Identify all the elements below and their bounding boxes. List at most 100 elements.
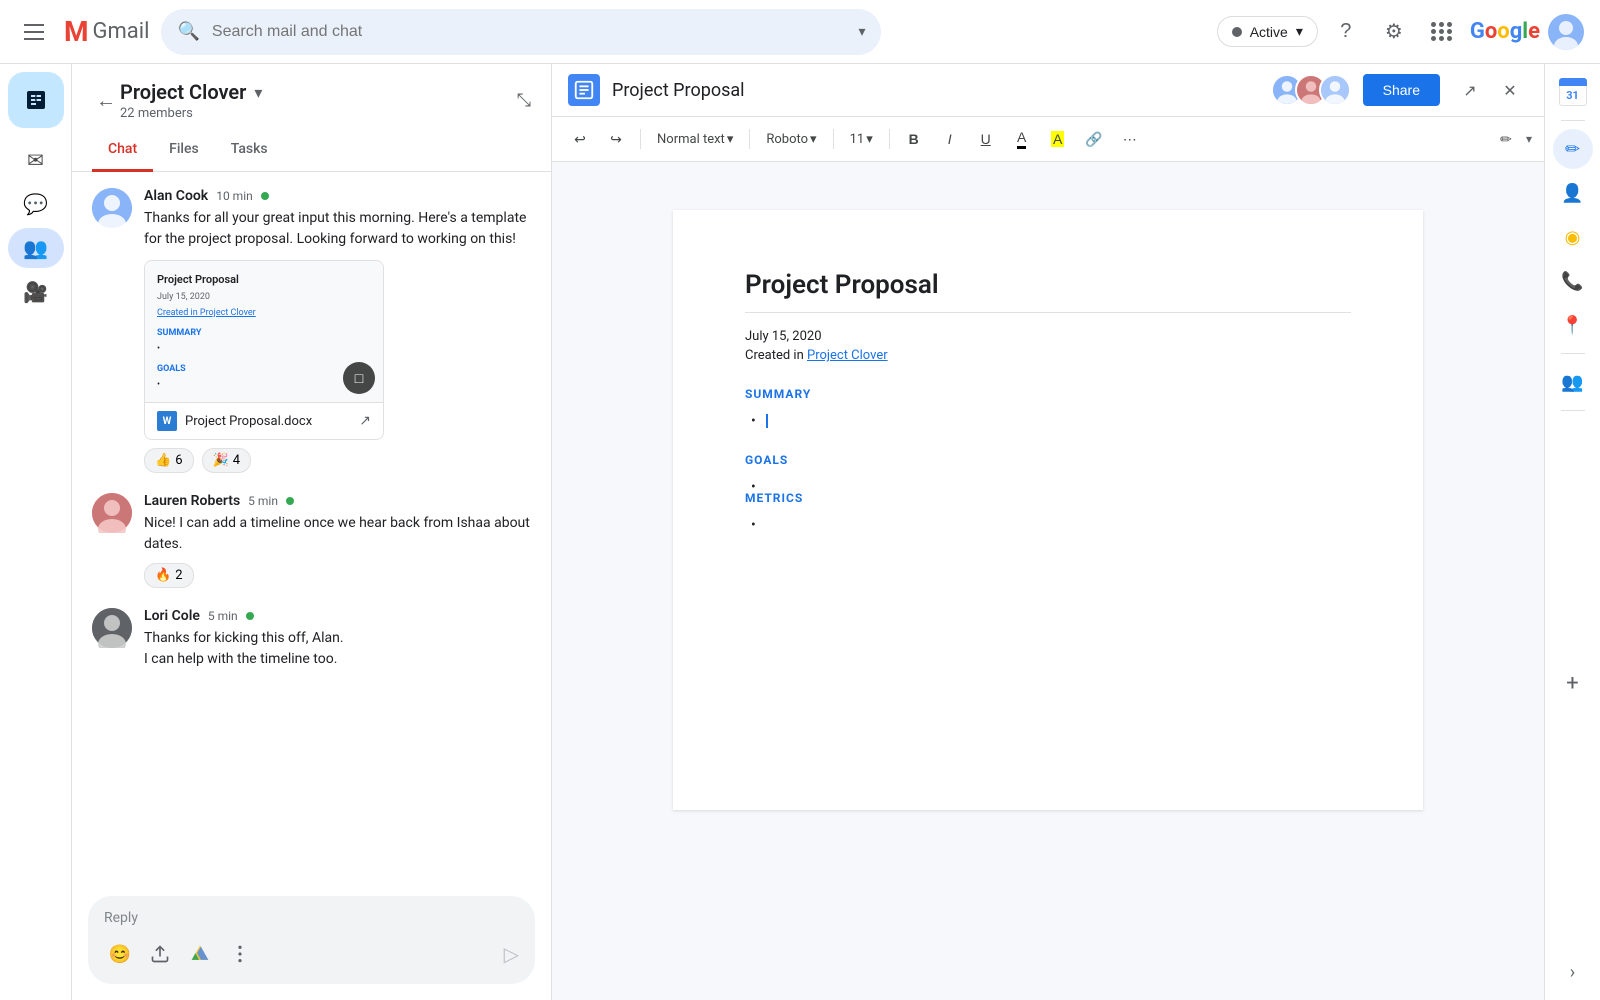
preview-bullet-2: • xyxy=(157,380,371,390)
calendar-header-icon xyxy=(1559,78,1587,86)
doc-type-icon xyxy=(568,74,600,106)
apps-button[interactable] xyxy=(1422,12,1462,52)
text-color-button[interactable]: A xyxy=(1006,123,1038,155)
attachment-footer: W Project Proposal.docx ↗ xyxy=(145,403,383,439)
fire-emoji: 🔥 xyxy=(155,568,171,583)
edit-chevron-icon[interactable]: ▾ xyxy=(1526,132,1532,146)
open-external-icon[interactable]: ↗ xyxy=(359,413,371,429)
word-icon: W xyxy=(157,411,177,431)
expand-icon[interactable]: ⤡ xyxy=(517,90,531,111)
document-page: Project Proposal July 15, 2020 Created i… xyxy=(673,210,1423,810)
main-content: + ✉ 💬 👥 🎥 ← Project Clover ▾ 22 members xyxy=(0,64,1600,1000)
fire-count: 2 xyxy=(175,568,182,583)
search-input[interactable] xyxy=(212,23,847,41)
hamburger-menu[interactable] xyxy=(16,16,52,48)
open-new-window-button[interactable]: ↗ xyxy=(1452,72,1488,108)
edit-button[interactable]: ✏ xyxy=(1490,123,1522,155)
share-button[interactable]: Share xyxy=(1363,74,1440,106)
message-time: 10 min xyxy=(216,189,253,203)
search-chevron-icon[interactable]: ▾ xyxy=(858,24,865,40)
reply-placeholder[interactable]: Reply xyxy=(104,910,519,926)
right-sidebar: 31 ✏ 👤 ◉ 📞 📍 👥 + › xyxy=(1544,64,1600,1000)
avatar[interactable] xyxy=(1548,14,1584,50)
chat-tabs: Chat Files Tasks xyxy=(72,129,551,172)
gmail-logo[interactable]: M Gmail xyxy=(64,15,149,48)
sidebar-chat-button[interactable]: 💬 xyxy=(8,184,64,224)
party-emoji: 🎉 xyxy=(213,453,229,468)
help-button[interactable]: ? xyxy=(1326,12,1366,52)
italic-button[interactable]: I xyxy=(934,123,966,155)
preview-bullet-1: • xyxy=(157,344,371,354)
message-text: Thanks for kicking this off, Alan.I can … xyxy=(144,628,531,670)
online-status-icon xyxy=(261,192,269,200)
more-formatting-button[interactable]: ⋯ xyxy=(1114,123,1146,155)
group-name: Project Clover xyxy=(120,80,246,104)
document-title: Project Proposal xyxy=(612,80,1259,101)
text-color-icon: A xyxy=(1017,129,1026,149)
tab-chat[interactable]: Chat xyxy=(92,129,153,172)
reply-box: Reply 😊 ▷ xyxy=(88,896,535,984)
more-button[interactable] xyxy=(224,938,256,970)
avatar xyxy=(92,608,132,648)
sidebar-meet-button[interactable]: 🎥 xyxy=(8,272,64,312)
edit-sidebar-button[interactable]: ✏ xyxy=(1553,129,1593,169)
font-size-dropdown[interactable]: 11 ▾ xyxy=(842,128,881,151)
tab-tasks[interactable]: Tasks xyxy=(215,129,284,172)
sidebar-mail-button[interactable]: ✉ xyxy=(8,140,64,180)
upload-button[interactable] xyxy=(144,938,176,970)
avatar xyxy=(92,493,132,533)
font-label: Roboto xyxy=(766,132,808,147)
drive-button[interactable] xyxy=(184,938,216,970)
highlight-button[interactable]: A xyxy=(1042,123,1074,155)
google-logo: Google xyxy=(1470,19,1540,44)
message-content: Lauren Roberts 5 min Nice! I can add a t… xyxy=(144,493,531,588)
text-style-dropdown[interactable]: Normal text ▾ xyxy=(649,128,741,151)
add-sidebar-button[interactable]: + xyxy=(1553,664,1593,704)
preview-file-icon: □ xyxy=(343,362,375,394)
avatar xyxy=(92,188,132,228)
redo-button[interactable]: ↪ xyxy=(600,123,632,155)
bold-button[interactable]: B xyxy=(898,123,930,155)
reaction-fire[interactable]: 🔥 2 xyxy=(144,563,194,588)
text-style-chevron-icon: ▾ xyxy=(727,132,734,147)
sidebar-spaces-button[interactable]: 👥 xyxy=(8,228,64,268)
maps-sidebar-button[interactable]: 📍 xyxy=(1553,305,1593,345)
toolbar-divider-2 xyxy=(749,129,750,149)
project-clover-link[interactable]: Project Clover xyxy=(807,348,888,363)
back-button[interactable]: ← xyxy=(92,84,120,117)
chat-panel: ← Project Clover ▾ 22 members ⤡ Chat Fil… xyxy=(72,64,552,1000)
group-chevron-icon[interactable]: ▾ xyxy=(254,83,262,102)
send-button[interactable]: ▷ xyxy=(504,942,519,966)
active-status-button[interactable]: Active ▾ xyxy=(1217,16,1318,47)
underline-button[interactable]: U xyxy=(970,123,1002,155)
reaction-party[interactable]: 🎉 4 xyxy=(202,448,252,473)
emoji-button[interactable]: 😊 xyxy=(104,938,136,970)
document-page-title: Project Proposal xyxy=(745,270,1351,300)
font-dropdown[interactable]: Roboto ▾ xyxy=(758,128,824,151)
text-style-label: Normal text xyxy=(657,132,725,147)
calendar-button[interactable]: 31 xyxy=(1553,72,1593,112)
reaction-thumbsup[interactable]: 👍 6 xyxy=(144,448,194,473)
expand-sidebar-button[interactable]: › xyxy=(1553,952,1593,992)
undo-button[interactable]: ↩ xyxy=(564,123,596,155)
avatar-image xyxy=(1548,14,1584,50)
preview-section-1: SUMMARY xyxy=(157,328,371,338)
tab-files[interactable]: Files xyxy=(153,129,215,172)
link-button[interactable]: 🔗 xyxy=(1078,123,1110,155)
document-header: Project Proposal Share ↗ ✕ xyxy=(552,64,1544,117)
font-size-chevron-icon: ▾ xyxy=(866,132,873,147)
members-count: 22 members xyxy=(120,106,262,121)
compose-button[interactable]: + xyxy=(8,72,64,128)
tasks-sidebar-button[interactable]: 📞 xyxy=(1553,261,1593,301)
settings-button[interactable]: ⚙ xyxy=(1374,12,1414,52)
close-document-button[interactable]: ✕ xyxy=(1492,72,1528,108)
contacts-sidebar-button[interactable]: 👤 xyxy=(1553,173,1593,213)
people-sidebar-button[interactable]: 👥 xyxy=(1553,362,1593,402)
header-right: Active ▾ ? ⚙ Google xyxy=(1217,12,1584,52)
message-text: Nice! I can add a timeline once we hear … xyxy=(144,513,531,555)
collaborator-avatar-3 xyxy=(1319,74,1351,106)
keep-sidebar-button[interactable]: ◉ xyxy=(1553,217,1593,257)
file-attachment[interactable]: Project Proposal July 15, 2020 Created i… xyxy=(144,260,384,440)
active-chevron-icon: ▾ xyxy=(1296,23,1303,40)
preview-title: Project Proposal xyxy=(157,273,371,286)
